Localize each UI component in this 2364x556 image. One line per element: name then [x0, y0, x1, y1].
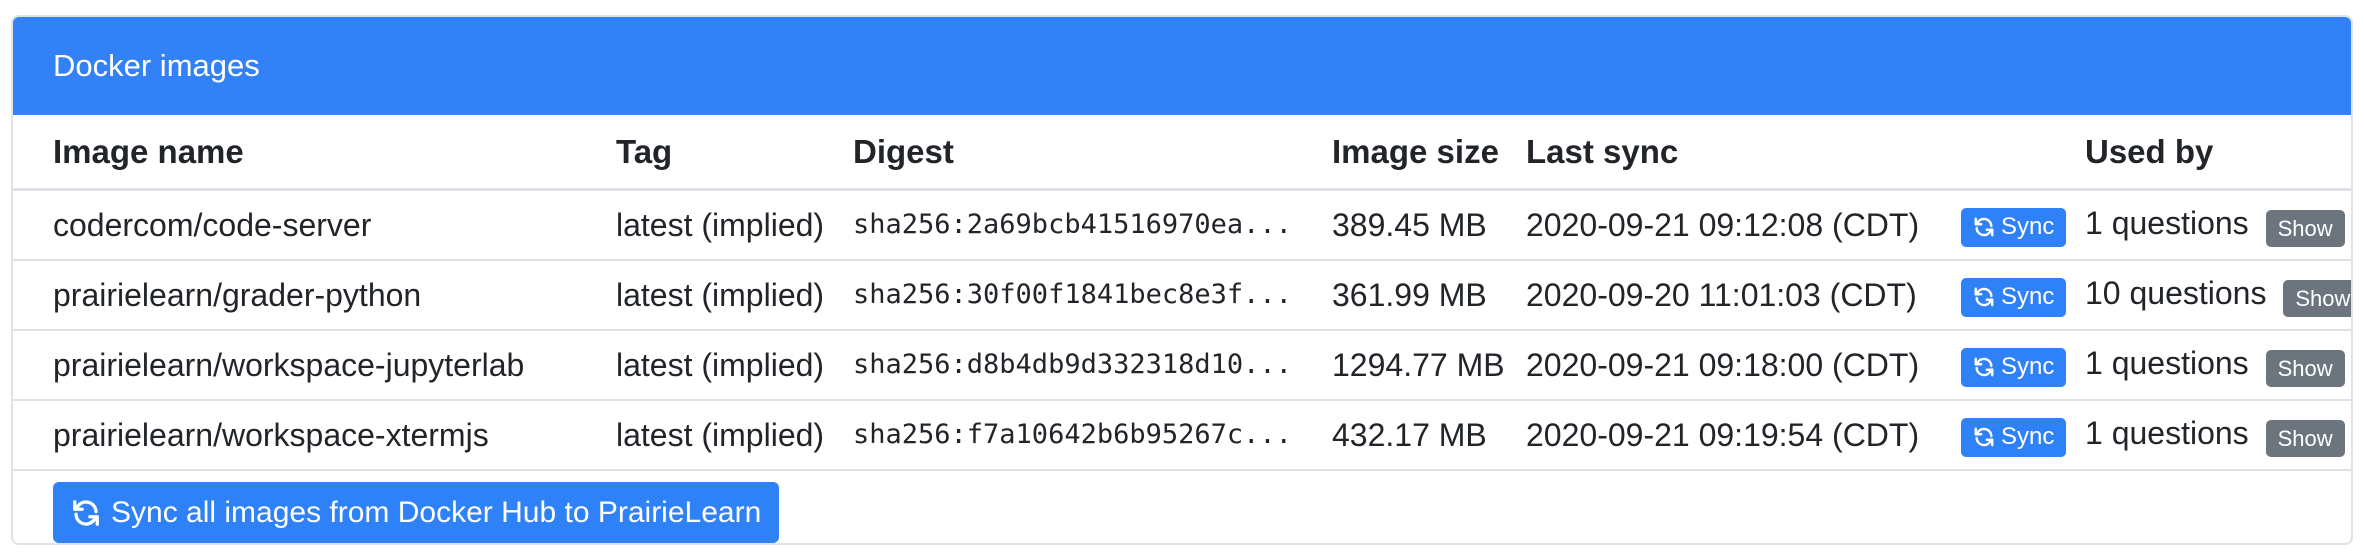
header-tag: Tag — [616, 115, 853, 191]
sync-button-label: Sync — [2001, 423, 2055, 450]
cell-sync-action: Sync — [1961, 189, 2085, 261]
sync-icon — [1973, 356, 1995, 378]
cell-sync-action: Sync — [1961, 400, 2085, 471]
header-digest: Digest — [853, 115, 1332, 191]
sync-icon — [1973, 216, 1995, 238]
sync-icon — [1973, 426, 1995, 448]
sync-button-label: Sync — [2001, 353, 2055, 380]
cell-last-sync: 2020-09-21 09:12:08 (CDT) — [1526, 189, 1961, 261]
cell-image-name: prairielearn/grader-python — [13, 260, 616, 331]
sync-button[interactable]: Sync — [1961, 277, 2067, 317]
show-button[interactable]: Show — [2265, 350, 2345, 388]
cell-used-by: 1 questions Show — [2085, 189, 2351, 261]
used-by-count: 1 questions — [2085, 204, 2249, 241]
show-button[interactable]: Show — [2265, 210, 2345, 248]
show-button[interactable]: Show — [2283, 280, 2351, 318]
header-sync-action — [1961, 115, 2085, 191]
table-row: prairielearn/grader-python latest (impli… — [13, 260, 2351, 331]
cell-digest: sha256:30f00f1841bec8e3f... — [853, 260, 1332, 331]
digest-text: sha256:2a69bcb41516970ea... — [853, 208, 1292, 240]
table-row: codercom/code-server latest (implied) sh… — [13, 189, 2351, 261]
used-by-count: 1 questions — [2085, 344, 2249, 381]
cell-digest: sha256:2a69bcb41516970ea... — [853, 189, 1332, 261]
cell-image-size: 361.99 MB — [1332, 260, 1526, 331]
card-title: Docker images — [53, 48, 260, 83]
table-row: prairielearn/workspace-jupyterlab latest… — [13, 330, 2351, 401]
header-used-by: Used by — [2085, 115, 2351, 191]
sync-button-label: Sync — [2001, 283, 2055, 310]
docker-images-table: Image name Tag Digest Image size Last sy… — [13, 115, 2351, 471]
header-last-sync: Last sync — [1526, 115, 1961, 191]
cell-image-size: 389.45 MB — [1332, 189, 1526, 261]
table-header-row: Image name Tag Digest Image size Last sy… — [13, 115, 2351, 191]
sync-button[interactable]: Sync — [1961, 207, 2067, 247]
cell-last-sync: 2020-09-21 09:18:00 (CDT) — [1526, 330, 1961, 401]
cell-image-name: prairielearn/workspace-jupyterlab — [13, 330, 616, 401]
show-button[interactable]: Show — [2265, 420, 2345, 458]
cell-sync-action: Sync — [1961, 260, 2085, 331]
cell-image-size: 1294.77 MB — [1332, 330, 1526, 401]
digest-text: sha256:30f00f1841bec8e3f... — [853, 278, 1292, 310]
header-image-size: Image size — [1332, 115, 1526, 191]
card-footer: Sync all images from Docker Hub to Prair… — [13, 471, 2351, 543]
cell-used-by: 10 questions Show — [2085, 260, 2351, 331]
cell-tag: latest (implied) — [616, 330, 853, 401]
cell-image-name: codercom/code-server — [13, 189, 616, 261]
header-image-name: Image name — [13, 115, 616, 191]
docker-images-card: Docker images Image name Tag Digest Imag… — [11, 15, 2353, 545]
cell-tag: latest (implied) — [616, 400, 853, 471]
digest-text: sha256:d8b4db9d332318d10... — [853, 348, 1292, 380]
cell-last-sync: 2020-09-21 09:19:54 (CDT) — [1526, 400, 1961, 471]
sync-icon — [1973, 286, 1995, 308]
used-by-count: 1 questions — [2085, 414, 2249, 451]
card-header: Docker images — [13, 17, 2351, 115]
cell-digest: sha256:f7a10642b6b95267c... — [853, 400, 1332, 471]
sync-button[interactable]: Sync — [1961, 347, 2067, 387]
cell-last-sync: 2020-09-20 11:01:03 (CDT) — [1526, 260, 1961, 331]
sync-icon — [71, 498, 101, 528]
cell-used-by: 1 questions Show — [2085, 400, 2351, 471]
sync-button[interactable]: Sync — [1961, 417, 2067, 457]
cell-image-size: 432.17 MB — [1332, 400, 1526, 471]
sync-all-images-label: Sync all images from Docker Hub to Prair… — [111, 495, 762, 529]
digest-text: sha256:f7a10642b6b95267c... — [853, 418, 1292, 450]
sync-button-label: Sync — [2001, 213, 2055, 240]
cell-digest: sha256:d8b4db9d332318d10... — [853, 330, 1332, 401]
table-row: prairielearn/workspace-xtermjs latest (i… — [13, 400, 2351, 471]
cell-sync-action: Sync — [1961, 330, 2085, 401]
sync-all-images-button[interactable]: Sync all images from Docker Hub to Prair… — [53, 482, 780, 543]
cell-tag: latest (implied) — [616, 189, 853, 261]
cell-image-name: prairielearn/workspace-xtermjs — [13, 400, 616, 471]
cell-used-by: 1 questions Show — [2085, 330, 2351, 401]
used-by-count: 10 questions — [2085, 274, 2267, 311]
cell-tag: latest (implied) — [616, 260, 853, 331]
